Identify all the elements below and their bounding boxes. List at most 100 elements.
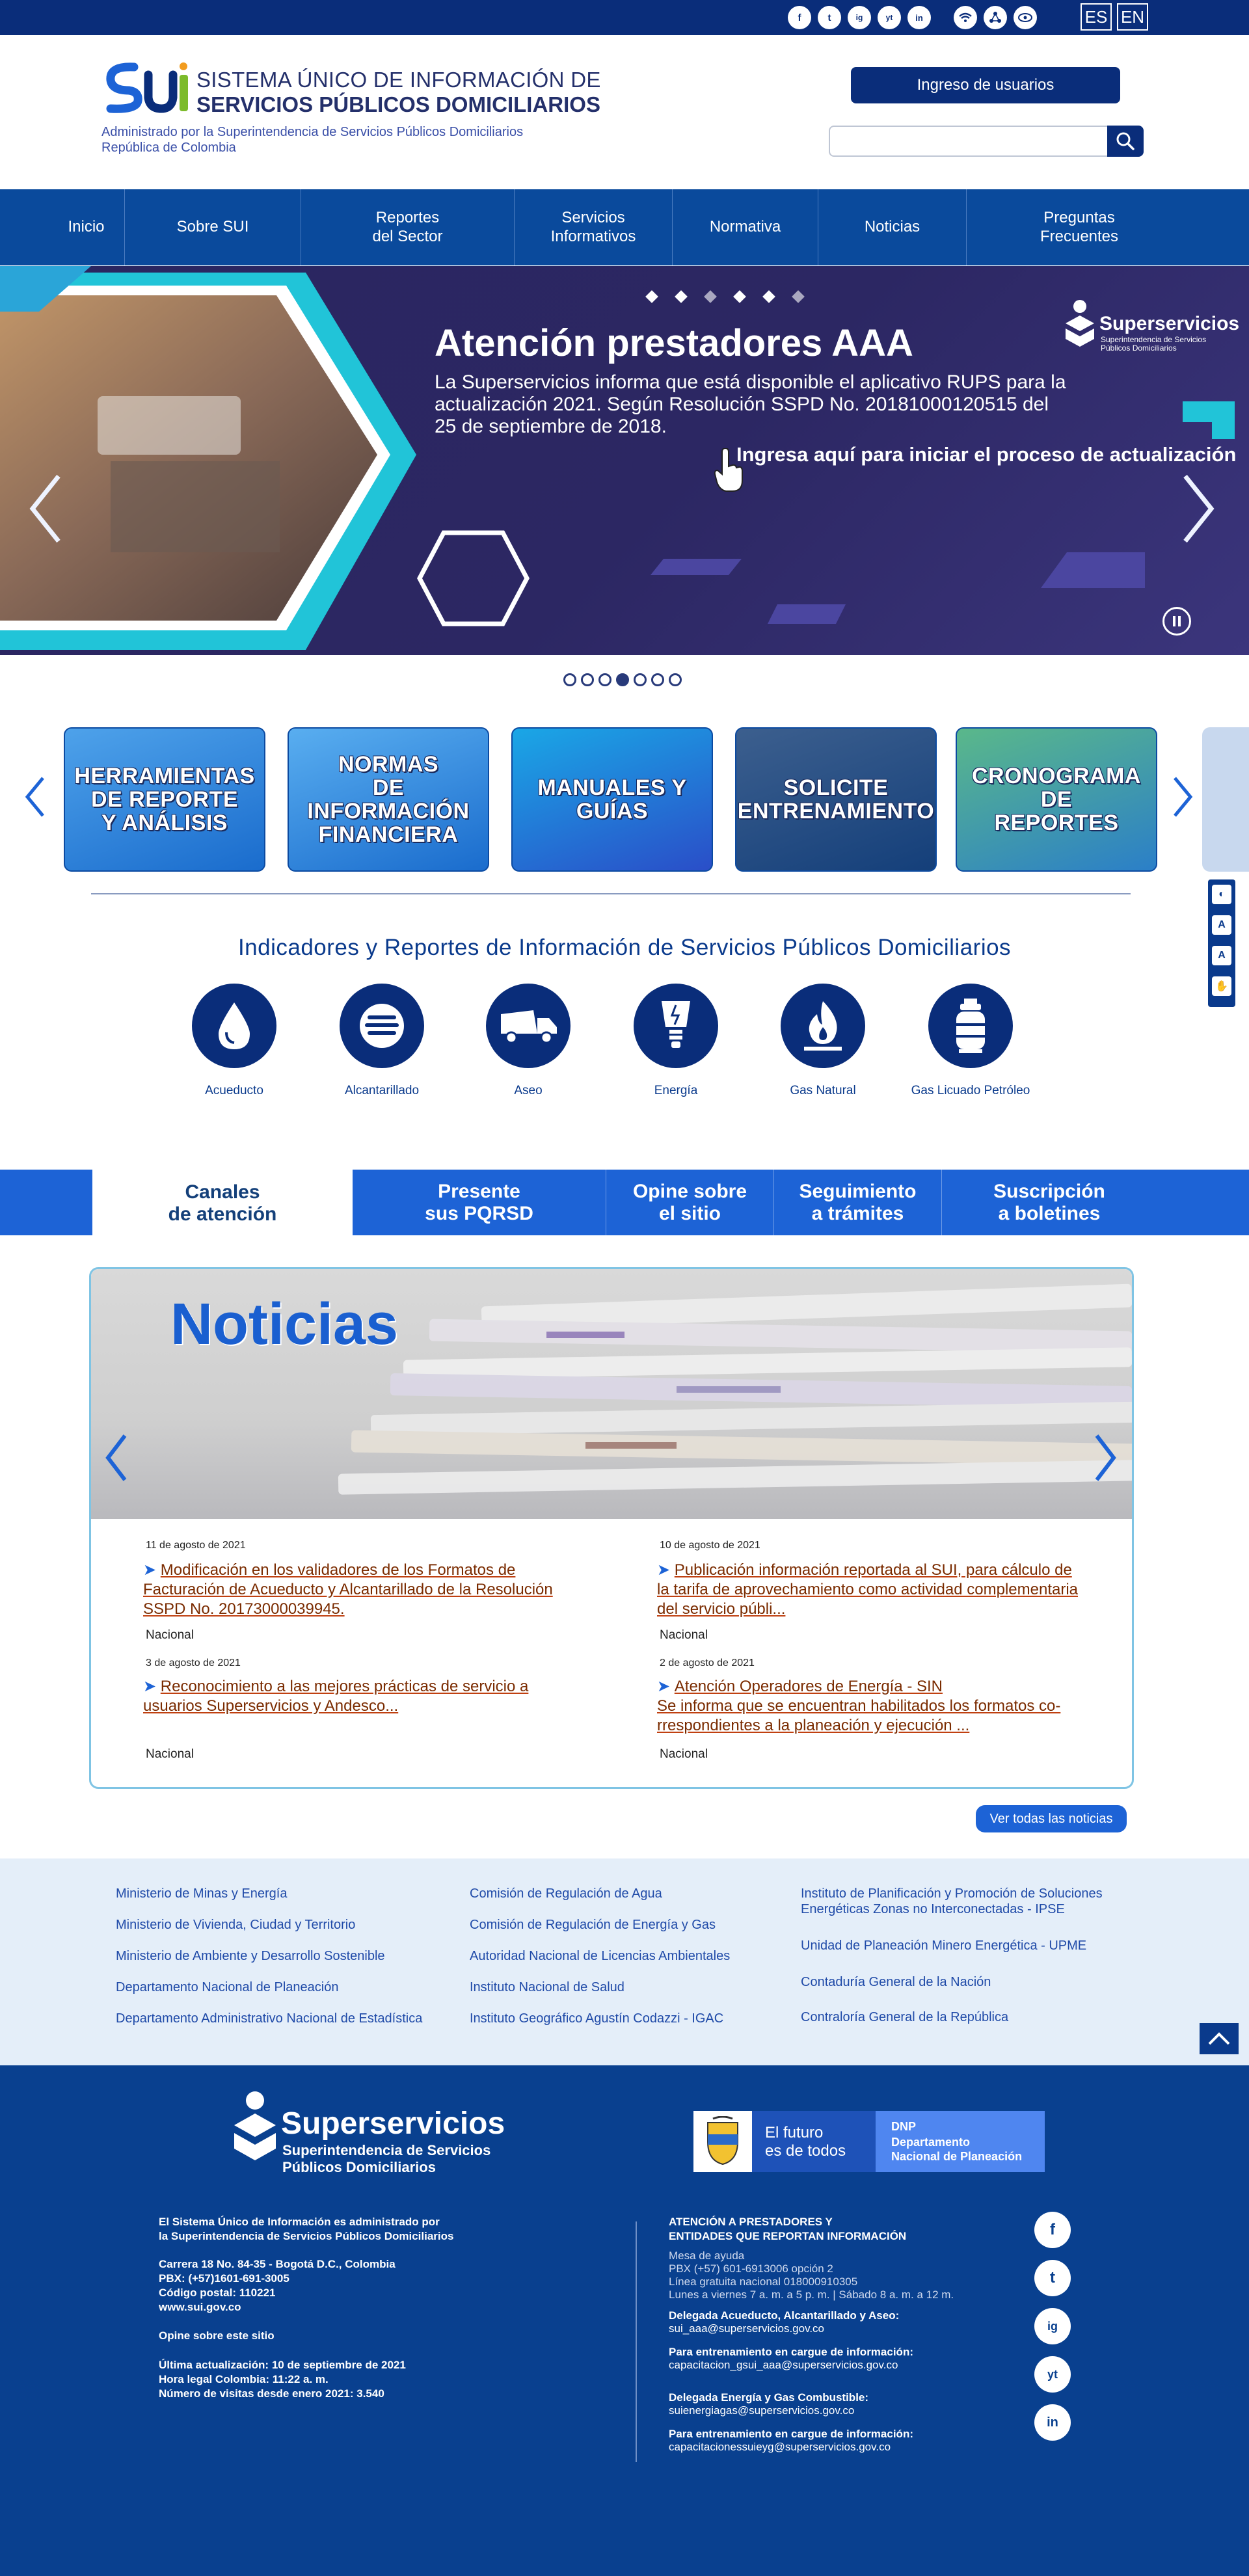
news-next-arrow[interactable]	[1093, 1432, 1119, 1484]
footer-email-aaa[interactable]: sui_aaa@superservicios.gov.co	[669, 2322, 824, 2335]
indicator-label-alcantarillado[interactable]: Alcantarillado	[297, 1084, 466, 1098]
hero-cta-link[interactable]: Ingresa aquí para iniciar el proceso de …	[736, 443, 1236, 466]
nav-item-inicio[interactable]: Inicio	[48, 189, 125, 265]
footer-email-energia[interactable]: suienergiagas@superservicios.gov.co	[669, 2404, 854, 2417]
news-link-4[interactable]: ➤ Atención Operadores de Energía - SIN S…	[657, 1677, 1073, 1736]
tab-suscripcion[interactable]: Suscripción a boletines	[942, 1170, 1157, 1235]
link-dnp[interactable]: Departamento Nacional de Planeación	[116, 1979, 338, 1995]
hero-next-arrow[interactable]	[1179, 473, 1218, 544]
link-minenergia[interactable]: Ministerio de Minas y Energía	[116, 1886, 287, 1901]
tiles-prev-arrow[interactable]	[22, 774, 48, 820]
linkedin-icon[interactable]: in	[907, 6, 931, 29]
link-anla[interactable]: Autoridad Nacional de Licencias Ambienta…	[470, 1948, 730, 1964]
indicator-label-glp[interactable]: Gas Licuado Petróleo	[886, 1084, 1055, 1098]
sui-logo[interactable]	[103, 62, 191, 114]
link-minvivienda[interactable]: Ministerio de Vivienda, Ciudad y Territo…	[116, 1917, 355, 1933]
news-title: Noticias	[170, 1292, 399, 1357]
news-link-1[interactable]: ➤ Modificación en los validadores de los…	[143, 1561, 572, 1619]
slide-dot-5[interactable]	[634, 673, 647, 686]
hero-banner[interactable]: Atención prestadores AAA La Superservici…	[0, 266, 1249, 655]
link-contaduria[interactable]: Contaduría General de la Nación	[801, 1974, 991, 1990]
sign-language-icon[interactable]: ✋	[1212, 976, 1231, 996]
nav-item-servicios-informativos[interactable]: Servicios Informativos	[515, 189, 673, 265]
tab-opine[interactable]: Opine sobre el sitio	[606, 1170, 774, 1235]
indicator-energia[interactable]	[634, 984, 718, 1068]
footer-opine-link[interactable]: Opine sobre este sitio	[159, 2329, 275, 2342]
footer-youtube-icon[interactable]: yt	[1034, 2356, 1071, 2393]
nav-item-preguntas-frecuentes[interactable]: Preguntas Frecuentes	[967, 189, 1192, 265]
footer-website[interactable]: www.sui.gov.co	[159, 2300, 241, 2314]
hero-brand-sub1: Superintendencia de Servicios	[1101, 335, 1207, 344]
link-igac[interactable]: Instituto Geográfico Agustín Codazzi - I…	[470, 2011, 723, 2026]
indicator-glp[interactable]	[928, 984, 1013, 1068]
indicator-label-acueducto[interactable]: Acueducto	[150, 1084, 319, 1098]
twitter-icon[interactable]: t	[818, 6, 841, 29]
wifi-icon[interactable]	[954, 6, 977, 29]
lang-en-button[interactable]: EN	[1117, 3, 1148, 31]
hero-brand-sub2: Públicos Domiciliarios	[1101, 343, 1177, 353]
footer-email-training-energia[interactable]: capacitacionessuieyg@superservicios.gov.…	[669, 2440, 891, 2454]
indicator-gas-natural[interactable]	[781, 984, 865, 1068]
back-to-top-button[interactable]	[1200, 2023, 1239, 2054]
indicator-aseo[interactable]	[486, 984, 571, 1068]
network-icon[interactable]	[984, 6, 1007, 29]
pause-button[interactable]	[1162, 607, 1191, 636]
indicator-label-aseo[interactable]: Aseo	[444, 1084, 613, 1098]
link-minambiente[interactable]: Ministerio de Ambiente y Desarrollo Sost…	[116, 1948, 385, 1964]
facebook-icon[interactable]: f	[788, 6, 811, 29]
slide-dot-1[interactable]	[563, 673, 576, 686]
view-all-news-button[interactable]: Ver todas las noticias	[976, 1805, 1127, 1832]
youtube-icon[interactable]: yt	[878, 6, 901, 29]
footer: Superservicios Superintendencia de Servi…	[0, 2065, 1249, 2576]
nav-item-normativa[interactable]: Normativa	[673, 189, 818, 265]
news-link-2[interactable]: ➤ Publicación información reportada al S…	[657, 1561, 1086, 1619]
search-input[interactable]	[829, 126, 1108, 157]
tab-canales[interactable]: Canales de atención	[92, 1170, 353, 1237]
tile-cronograma[interactable]: CRONOGRAMA DE REPORTES	[956, 727, 1157, 872]
tile-entrenamiento[interactable]: SOLICITE ENTRENAMIENTO	[735, 727, 937, 872]
slide-dot-7[interactable]	[669, 673, 682, 686]
link-contraloria[interactable]: Contraloría General de la República	[801, 2009, 1008, 2025]
tile-manuales[interactable]: MANUALES Y GUÍAS	[511, 727, 713, 872]
link-dane[interactable]: Departamento Administrativo Nacional de …	[116, 2011, 422, 2026]
flame-icon	[804, 1001, 842, 1051]
indicator-acueducto[interactable]	[192, 984, 276, 1068]
footer-facebook-icon[interactable]: f	[1034, 2212, 1071, 2248]
tile-herramientas[interactable]: HERRAMIENTAS DE REPORTE Y ANÁLISIS	[64, 727, 265, 872]
instagram-icon[interactable]: ig	[848, 6, 871, 29]
sitemap-icon[interactable]	[1014, 6, 1037, 29]
nav-item-reportes[interactable]: Reportes del Sector	[301, 189, 515, 265]
indicator-label-energia[interactable]: Energía	[591, 1084, 760, 1098]
decrease-text-icon[interactable]: A	[1212, 915, 1231, 935]
footer-email-training-aaa[interactable]: capacitacion_gsui_aaa@superservicios.gov…	[669, 2358, 898, 2372]
slide-dot-2[interactable]	[581, 673, 594, 686]
footer-twitter-icon[interactable]: t	[1034, 2260, 1071, 2296]
tab-seguimiento[interactable]: Seguimiento a trámites	[774, 1170, 942, 1235]
slide-dot-3[interactable]	[598, 673, 611, 686]
nav-item-noticias[interactable]: Noticias	[818, 189, 967, 265]
gov-logo-box[interactable]: El futuro es de todos DNP Departamento N…	[693, 2111, 1045, 2172]
link-ipse[interactable]: Instituto de Planificación y Promoción d…	[801, 1886, 1152, 1917]
slide-dot-6[interactable]	[651, 673, 664, 686]
tile-normas[interactable]: NORMAS DE INFORMACIÓN FINANCIERA	[288, 727, 489, 872]
news-prev-arrow[interactable]	[103, 1432, 129, 1484]
link-upme[interactable]: Unidad de Planeación Minero Energética -…	[801, 1938, 1086, 1953]
search-button[interactable]	[1107, 126, 1144, 157]
link-cra[interactable]: Comisión de Regulación de Agua	[470, 1886, 662, 1901]
user-login-button[interactable]: Ingreso de usuarios	[851, 67, 1120, 103]
tiles-next-arrow[interactable]	[1170, 774, 1196, 820]
slide-dot-4[interactable]	[616, 673, 629, 686]
indicator-alcantarillado[interactable]	[340, 984, 424, 1068]
lang-es-button[interactable]: ES	[1081, 3, 1112, 31]
footer-legal-time: Hora legal Colombia: 11:22 a. m.	[159, 2373, 329, 2385]
indicator-label-gas-natural[interactable]: Gas Natural	[738, 1084, 907, 1098]
news-link-3[interactable]: ➤ Reconocimiento a las mejores prácticas…	[143, 1677, 559, 1716]
link-creg[interactable]: Comisión de Regulación de Energía y Gas	[470, 1917, 716, 1933]
nav-item-sobre-sui[interactable]: Sobre SUI	[125, 189, 301, 265]
contrast-icon[interactable]: ◐	[1212, 885, 1231, 904]
footer-instagram-icon[interactable]: ig	[1034, 2308, 1071, 2344]
footer-linkedin-icon[interactable]: in	[1034, 2404, 1071, 2441]
tab-pqrsd[interactable]: Presente sus PQRSD	[353, 1170, 606, 1235]
link-ins[interactable]: Instituto Nacional de Salud	[470, 1979, 624, 1995]
hero-prev-arrow[interactable]	[26, 473, 65, 544]
